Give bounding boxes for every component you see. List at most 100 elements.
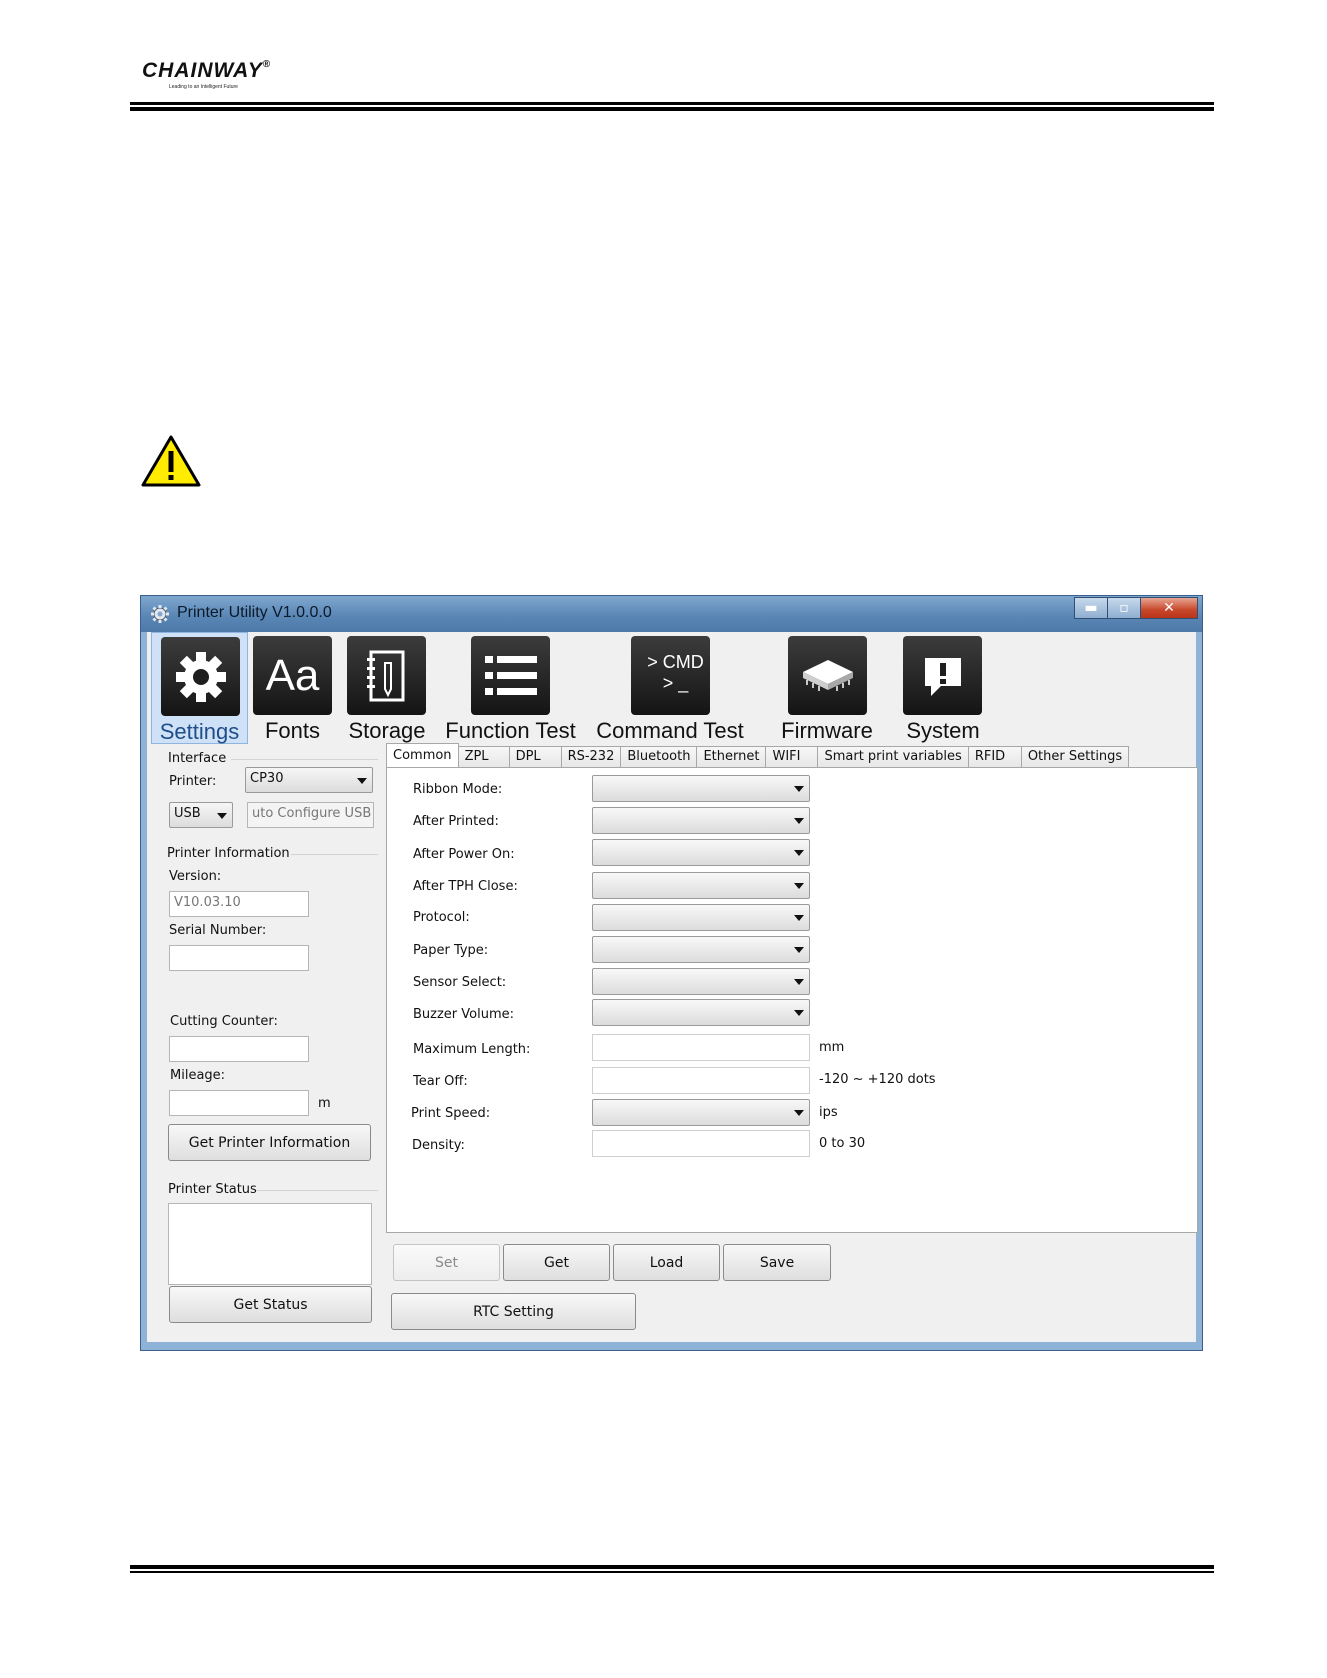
alert-bubble-icon xyxy=(903,636,982,715)
window-title: Printer Utility V1.0.0.0 xyxy=(177,604,332,621)
toolbar-settings-label: Settings xyxy=(159,719,240,744)
mileage-label: Mileage: xyxy=(170,1068,226,1083)
tab-bluetooth[interactable]: Bluetooth xyxy=(620,746,698,768)
chevron-down-icon xyxy=(217,813,227,819)
printer-status-group-title: Printer Status xyxy=(168,1182,257,1197)
mileage-unit: m xyxy=(318,1096,331,1111)
chevron-down-icon xyxy=(794,915,804,921)
ribbon-mode-select[interactable] xyxy=(592,775,810,802)
toolbar-function-test[interactable]: Function Test xyxy=(443,632,578,744)
interface-group-border xyxy=(231,759,378,760)
title-bar[interactable]: Printer Utility V1.0.0.0 ▬ ▫ ✕ xyxy=(141,596,1202,632)
chip-icon xyxy=(788,636,867,715)
toolbar-command-test-label: Command Test xyxy=(596,718,744,743)
toolbar-settings[interactable]: Settings xyxy=(151,632,248,744)
set-button[interactable]: Set xyxy=(393,1244,500,1281)
printer-utility-window: Printer Utility V1.0.0.0 ▬ ▫ ✕ Settings … xyxy=(140,595,1203,1351)
toolbar-command-test[interactable]: > CMD > _ Command Test xyxy=(593,632,747,744)
header-rule-thick xyxy=(130,107,1214,111)
buzzer-volume-select[interactable] xyxy=(592,999,810,1026)
after-printed-select[interactable] xyxy=(592,807,810,834)
logo-tagline: Leading to an Intelligent Future xyxy=(169,84,238,90)
chevron-down-icon xyxy=(794,818,804,824)
print-speed-select[interactable] xyxy=(592,1099,810,1126)
tear-off-label: Tear Off: xyxy=(413,1074,468,1089)
get-button[interactable]: Get xyxy=(503,1244,610,1281)
header-rule xyxy=(130,102,1214,105)
serial-number-field[interactable] xyxy=(169,945,309,971)
printer-info-group-border xyxy=(291,854,378,855)
tab-common[interactable]: Common xyxy=(386,743,459,768)
sensor-select-select[interactable] xyxy=(592,968,810,995)
tab-dpl[interactable]: DPL xyxy=(508,746,562,768)
density-field[interactable] xyxy=(592,1130,810,1157)
serial-number-label: Serial Number: xyxy=(169,923,267,938)
rtc-setting-button[interactable]: RTC Setting xyxy=(391,1293,636,1330)
toolbar-fonts[interactable]: Aa Fonts xyxy=(250,632,335,744)
printer-status-box xyxy=(168,1203,372,1285)
buzzer-volume-label: Buzzer Volume: xyxy=(413,1007,515,1022)
settings-tabs: Common ZPL DPL RS-232 Bluetooth Ethernet… xyxy=(386,743,1130,768)
cmd-icon: > CMD > _ xyxy=(631,636,710,715)
toolbar-function-test-label: Function Test xyxy=(445,718,576,743)
load-button[interactable]: Load xyxy=(613,1244,720,1281)
after-printed-label: After Printed: xyxy=(413,814,499,829)
save-button[interactable]: Save xyxy=(723,1244,831,1281)
protocol-select[interactable] xyxy=(592,904,810,931)
chevron-down-icon xyxy=(794,1010,804,1016)
printer-select-value: CP30 xyxy=(250,771,284,786)
port-select[interactable]: USB xyxy=(169,802,233,828)
printer-label: Printer: xyxy=(169,774,217,789)
after-tph-close-select[interactable] xyxy=(592,872,810,899)
footer-rule-thick xyxy=(130,1565,1214,1569)
app-gear-icon xyxy=(151,605,169,623)
density-label: Density: xyxy=(412,1138,465,1153)
tear-off-field[interactable] xyxy=(592,1067,810,1094)
protocol-label: Protocol: xyxy=(413,910,470,925)
get-status-button[interactable]: Get Status xyxy=(169,1286,372,1323)
maximize-button[interactable]: ▫ xyxy=(1107,597,1141,619)
minimize-button[interactable]: ▬ xyxy=(1074,597,1108,619)
get-printer-information-button[interactable]: Get Printer Information xyxy=(168,1124,371,1161)
window-frame-bottom xyxy=(141,1342,1202,1350)
paper-type-select[interactable] xyxy=(592,936,810,963)
chainway-logo: CHAINWAY® Leading to an Intelligent Futu… xyxy=(142,59,272,91)
toolbar-firmware[interactable]: Firmware xyxy=(777,632,877,744)
close-button[interactable]: ✕ xyxy=(1140,597,1198,619)
toolbar-system[interactable]: System xyxy=(893,632,993,744)
mileage-field[interactable] xyxy=(169,1090,309,1116)
tab-ethernet[interactable]: Ethernet xyxy=(696,746,767,768)
version-field[interactable]: V10.03.10 xyxy=(169,891,309,917)
chevron-down-icon xyxy=(794,979,804,985)
print-speed-unit: ips xyxy=(819,1105,838,1120)
chevron-down-icon xyxy=(794,947,804,953)
printer-status-group-border xyxy=(256,1190,378,1191)
tear-off-unit: -120 ~ +120 dots xyxy=(819,1072,936,1087)
registered-mark: ® xyxy=(262,59,272,70)
maximum-length-field[interactable] xyxy=(592,1034,810,1061)
toolbar-storage[interactable]: Storage xyxy=(337,632,437,744)
version-label: Version: xyxy=(169,869,222,884)
maximum-length-label: Maximum Length: xyxy=(413,1042,531,1057)
after-power-on-label: After Power On: xyxy=(413,847,515,862)
chevron-down-icon xyxy=(794,883,804,889)
interface-group-title: Interface xyxy=(168,751,227,766)
port-select-value: USB xyxy=(174,806,201,821)
tab-zpl[interactable]: ZPL xyxy=(457,746,510,768)
chevron-down-icon xyxy=(794,1110,804,1116)
cutting-counter-field[interactable] xyxy=(169,1036,309,1062)
tab-rfid[interactable]: RFID xyxy=(967,746,1022,768)
tab-rs-232[interactable]: RS-232 xyxy=(560,746,622,768)
printer-select[interactable]: CP30 xyxy=(245,767,373,793)
tab-smart-print-variables[interactable]: Smart print variables xyxy=(817,746,969,768)
tab-wifi[interactable]: WIFI xyxy=(765,746,819,768)
toolbar-firmware-label: Firmware xyxy=(781,718,873,743)
gear-icon xyxy=(161,637,240,716)
after-power-on-select[interactable] xyxy=(592,839,810,866)
maximum-length-unit: mm xyxy=(819,1040,845,1055)
auto-configure-usb-field[interactable]: uto Configure USB Pc xyxy=(247,802,374,828)
tab-other-settings[interactable]: Other Settings xyxy=(1020,746,1130,768)
after-tph-close-label: After TPH Close: xyxy=(413,879,518,894)
ribbon-mode-label: Ribbon Mode: xyxy=(413,782,503,797)
footer-rule xyxy=(130,1571,1214,1573)
